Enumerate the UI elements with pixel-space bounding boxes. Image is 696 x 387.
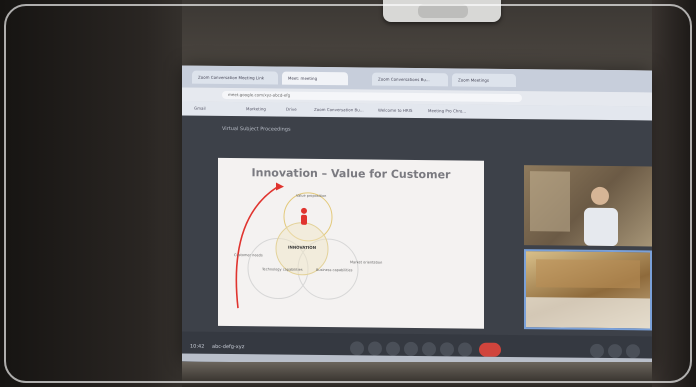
projection-screen: Zoom Conversation Meeting Link Meet: mee… bbox=[182, 65, 652, 367]
browser-tab[interactable]: Zoom Meetings bbox=[452, 73, 516, 88]
projector-lens bbox=[418, 4, 468, 18]
participant-person bbox=[530, 171, 618, 247]
label-technology: Technology capabilities bbox=[261, 267, 303, 271]
person-icon-body bbox=[301, 214, 307, 225]
label-value-proposition: Value proposition bbox=[296, 194, 326, 198]
captions-icon[interactable] bbox=[386, 341, 400, 356]
participant-head bbox=[591, 186, 609, 205]
participant-shirt bbox=[584, 207, 618, 247]
person-icon-head bbox=[301, 207, 307, 214]
present-icon[interactable] bbox=[422, 342, 436, 357]
people-icon[interactable] bbox=[608, 344, 622, 359]
red-arrow-head bbox=[276, 182, 284, 191]
bookmark[interactable]: Welcome to HRIS bbox=[378, 108, 412, 113]
bookmark[interactable]: Drive bbox=[286, 107, 297, 112]
bookmark[interactable]: Meeting Pro Chro... bbox=[428, 108, 466, 113]
raise-hand-icon[interactable] bbox=[440, 342, 454, 357]
label-business: Business capabilities bbox=[316, 268, 353, 272]
meeting-title: Virtual Subject Proceedings bbox=[222, 125, 291, 133]
bookmark[interactable]: Zoom Conversation Bu... bbox=[314, 107, 364, 113]
more-options-icon[interactable] bbox=[458, 342, 472, 357]
bookmark[interactable]: Gmail bbox=[194, 106, 206, 111]
right-wall bbox=[650, 0, 696, 387]
meeting-code: abc-defg-xyz bbox=[212, 343, 245, 351]
label-market: Market orientation bbox=[350, 260, 382, 264]
left-wall bbox=[0, 0, 182, 387]
slide-diagram: Value proposition INNOVATION Technology … bbox=[234, 182, 382, 309]
room-camera-scene bbox=[526, 259, 650, 329]
url-field[interactable]: meet.google.com/xyz-abcd-efg bbox=[222, 90, 522, 103]
room-wall bbox=[536, 259, 640, 289]
room-camera-tile[interactable] bbox=[524, 249, 652, 331]
browser-tab[interactable]: Zoom Conversation Meeting Link bbox=[192, 70, 278, 85]
label-innovation: INNOVATION bbox=[288, 245, 316, 250]
hang-up-button[interactable] bbox=[479, 342, 501, 357]
conference-table bbox=[526, 297, 650, 329]
chat-icon[interactable] bbox=[626, 344, 640, 359]
stage-edge bbox=[182, 362, 652, 387]
emoji-icon[interactable] bbox=[404, 341, 418, 357]
room-photo: Zoom Conversation Meeting Link Meet: mee… bbox=[0, 0, 696, 387]
mic-icon[interactable] bbox=[350, 341, 364, 356]
meeting-time: 10:42 bbox=[190, 343, 205, 350]
camera-icon[interactable] bbox=[368, 341, 382, 356]
shared-slide: Innovation – Value for Customer Value pr… bbox=[218, 157, 484, 329]
meeting-window: Virtual Subject Proceedings Innovation –… bbox=[182, 115, 652, 367]
browser-tab[interactable]: Zoom Conversations Bu... bbox=[372, 72, 448, 87]
info-icon[interactable] bbox=[590, 343, 604, 358]
participant-video-tile[interactable] bbox=[524, 165, 652, 247]
browser-tab-active[interactable]: Meet: meeting bbox=[282, 71, 348, 86]
bookmark[interactable]: Marketing bbox=[246, 106, 266, 111]
bookshelf bbox=[530, 171, 570, 232]
label-customer: Customer needs bbox=[234, 253, 263, 257]
